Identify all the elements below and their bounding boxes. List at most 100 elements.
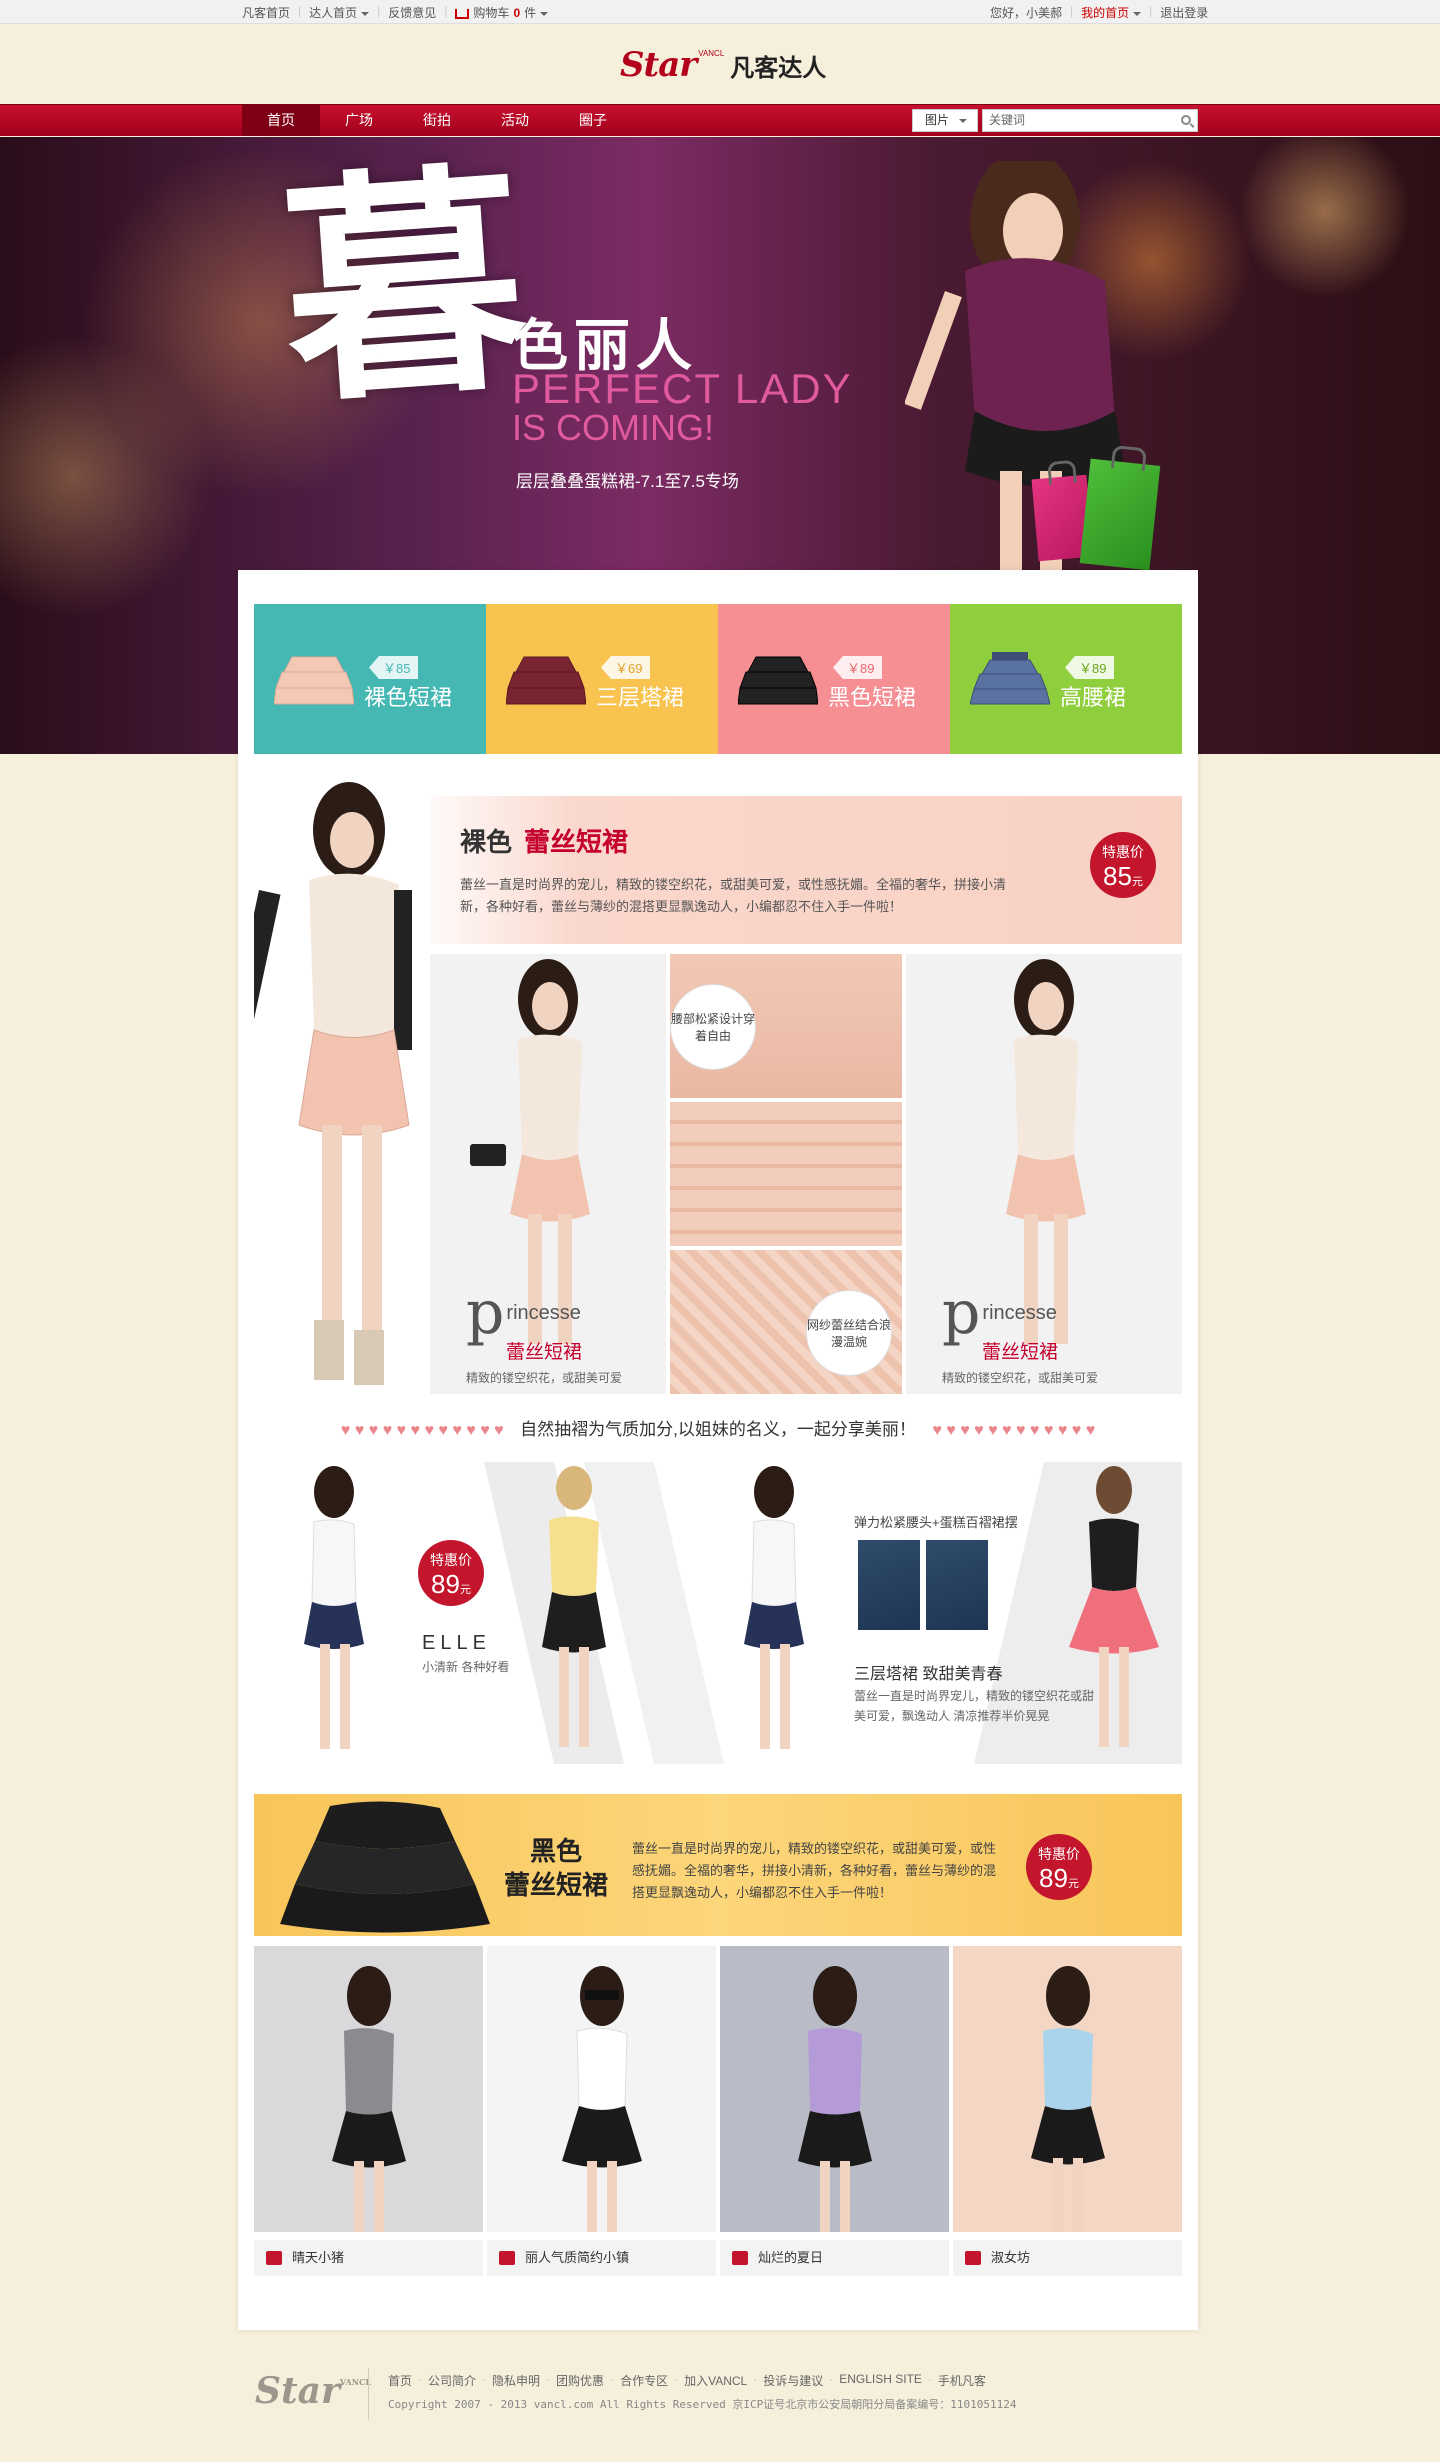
copyright: Copyright 2007 - 2013 vancl.com All Righ… — [388, 2398, 1017, 2411]
footer-link[interactable]: 投诉与建议 — [763, 2372, 823, 2389]
nav-item-circles[interactable]: 圈子 — [554, 105, 632, 136]
hearts-divider: ♥ ♥ ♥ ♥ ♥ ♥ ♥ ♥ ♥ ♥ ♥ ♥ 自然抽褶为气质加分,以姐妹的名义… — [254, 1415, 1182, 1439]
footer-link[interactable]: ENGLISH SITE — [839, 2372, 922, 2389]
search-input[interactable]: 关键词 — [982, 109, 1198, 132]
banner-subtitle: 层层叠叠蛋糕裙-7.1至7.5专场 — [516, 472, 739, 491]
photo-caption-title: p rincesse — [466, 1278, 581, 1348]
photo-caption-title: p rincesse — [942, 1278, 1057, 1348]
site-logo[interactable]: Star VANCL 凡客达人 — [620, 42, 826, 88]
section3-header: 黑色 蕾丝短裙 蕾丝一直是时尚界的宠儿，精致的镂空织花，或甜美可爱，或性感抚媚。全… — [254, 1794, 1182, 1936]
footer-link[interactable]: 团购优惠 — [556, 2372, 604, 2389]
tab-high-waist-skirt[interactable]: ￥89 高腰裙 — [950, 604, 1182, 754]
user-look-list: 晴天小猪 丽人气质简约小镇 灿烂的夏日 淑女坊 — [254, 1946, 1182, 2276]
black-skirt-image — [280, 1801, 490, 1933]
price-badge: 特惠价 89元 — [1026, 1834, 1092, 1900]
footer-link[interactable]: 公司简介 — [428, 2372, 476, 2389]
look-title-bar: 晴天小猪 — [254, 2240, 483, 2276]
tab-black-skirt[interactable]: ￥89 黑色短裙 — [718, 604, 950, 754]
detail-photo-layers[interactable] — [670, 1102, 902, 1246]
link-feedback[interactable]: 反馈意见 — [388, 4, 436, 21]
search-icon[interactable] — [1181, 115, 1191, 125]
look-photo — [254, 1946, 483, 2232]
banner-en-sub: IS COMING! — [512, 407, 715, 448]
price-badge: 特惠价 89元 — [418, 1540, 484, 1606]
look-title-bar: 灿烂的夏日 — [720, 2240, 949, 2276]
logout-link[interactable]: 退出登录 — [1160, 4, 1208, 21]
tab-nude-skirt[interactable]: ￥85 裸色短裙 — [254, 604, 486, 754]
skirt-icon — [738, 656, 818, 705]
chevron-down-icon — [361, 11, 370, 16]
nav-item-street[interactable]: 街拍 — [398, 105, 476, 136]
skirt-icon — [970, 652, 1050, 705]
photo-caption-sub: 精致的镂空织花，或甜美可爱 — [466, 1371, 623, 1385]
footer-link[interactable]: 首页 — [388, 2372, 412, 2389]
search-type-select[interactable]: 图片 — [912, 109, 978, 132]
link-my-home[interactable]: 我的首页 — [1081, 4, 1142, 21]
cart-link[interactable]: 购物车 0 件 — [455, 4, 549, 21]
detail-photo-lace[interactable]: 网纱蕾丝结合浪漫温婉 — [670, 1250, 902, 1394]
main-content: ￥85 裸色短裙 ￥69 三层塔裙 ￥89 黑色短裙 ￥89 高腰裙 裸色 蕾丝… — [238, 570, 1198, 2330]
skirt-icon — [506, 656, 586, 705]
brand-elle-sub: 小清新 各种好看 — [422, 1660, 510, 1674]
tab-tier-skirt[interactable]: ￥69 三层塔裙 — [486, 604, 718, 754]
top-utility-bar: 凡客首页 | 达人首页 | 反馈意见 | 购物车 0 件 您好，小美郝 | 我的首页… — [0, 0, 1440, 24]
divider-text: 自然抽褶为气质加分,以姐妹的名义，一起分享美丽！ — [508, 1420, 928, 1439]
detail-photo — [858, 1540, 920, 1630]
section1-header: 裸色 蕾丝短裙 蕾丝一直是时尚界的宠儿，精致的镂空织花，或甜美可爱，或性感抚媚。全… — [430, 796, 1182, 944]
look-photo — [720, 1946, 949, 2232]
look-title-bar: 丽人气质简约小镇 — [487, 2240, 716, 2276]
section2-desc: 蕾丝一直是时尚界宠儿，精致的镂空织花或甜美可爱，飘逸动人 清凉推荐半价晃晃 — [854, 1689, 1095, 1723]
footer-link[interactable]: 手机凡客 — [938, 2372, 986, 2389]
detail-photo-waist[interactable]: 腰部松紧设计穿着自由 — [670, 954, 902, 1098]
tab-label: 三层塔裙 — [596, 685, 685, 710]
photo-caption-main: 蕾丝短裙 — [506, 1342, 583, 1363]
list-item[interactable]: 淑女坊 — [953, 1946, 1182, 2276]
detail-tag: 腰部松紧设计穿着自由 — [670, 984, 756, 1070]
tab-label: 裸色短裙 — [364, 685, 453, 710]
look-photo — [487, 1946, 716, 2232]
section2-title: 三层塔裙 致甜美青春 — [854, 1666, 1003, 1683]
chevron-down-icon — [1133, 11, 1142, 16]
footer-link[interactable]: 隐私申明 — [492, 2372, 540, 2389]
price-badge: 特惠价 85元 — [1090, 832, 1156, 898]
chevron-down-icon — [540, 11, 549, 16]
price-tag: ￥69 — [601, 656, 651, 679]
heart-icon: ♥ ♥ ♥ ♥ ♥ ♥ ♥ ♥ ♥ ♥ ♥ ♥ — [932, 1422, 1096, 1439]
section2-lookbook: 特惠价 89元 ELLE 小清新 各种好看 弹力松紧腰头+蛋糕百褶裙摆 三层塔裙… — [254, 1462, 1182, 1764]
shop-icon — [499, 2251, 515, 2265]
shopping-bag-icon — [1079, 458, 1161, 571]
list-item[interactable]: 晴天小猪 — [254, 1946, 483, 2276]
shop-icon — [266, 2251, 282, 2265]
link-daren-home[interactable]: 达人首页 — [309, 4, 370, 21]
link-vancl-home[interactable]: 凡客首页 — [242, 4, 290, 21]
look-title-bar: 淑女坊 — [953, 2240, 1182, 2276]
section2-feature: 弹力松紧腰头+蛋糕百褶裙摆 — [854, 1515, 1018, 1530]
main-nav: 首页 广场 街拍 活动 圈子 图片 关键词 — [0, 104, 1440, 136]
footer-logo[interactable]: StarVANCL — [255, 2370, 371, 2412]
tab-label: 黑色短裙 — [828, 685, 917, 710]
section3-desc: 蕾丝一直是时尚界的宠儿，精致的镂空织花，或甜美可爱，或性感抚媚。全福的奢华，拼接… — [632, 1841, 997, 1900]
footer: StarVANCL 首页 · 公司简介 · 隐私申明 · 团购优惠 · 合作专区 · 加入… — [0, 2340, 1440, 2462]
product-photo[interactable]: p rincesse 蕾丝短裙 精致的镂空织花，或甜美可爱 — [906, 954, 1182, 1394]
footer-link[interactable]: 加入VANCL — [684, 2372, 747, 2389]
nav-item-square[interactable]: 广场 — [320, 105, 398, 136]
footer-link[interactable]: 合作专区 — [620, 2372, 668, 2389]
look-photo — [953, 1946, 1182, 2232]
product-photo[interactable]: p rincesse 蕾丝短裙 精致的镂空织花，或甜美可爱 — [430, 954, 666, 1394]
banner-big-char: 暮 — [274, 137, 534, 437]
list-item[interactable]: 灿烂的夏日 — [720, 1946, 949, 2276]
banner-en-title: PERFECT LADY — [512, 365, 853, 412]
section1-title: 裸色 蕾丝短裙 — [460, 827, 629, 857]
divider — [368, 2368, 369, 2420]
list-item[interactable]: 丽人气质简约小镇 — [487, 1946, 716, 2276]
nav-item-home[interactable]: 首页 — [242, 105, 320, 136]
skirt-icon — [274, 656, 354, 705]
category-tabs: ￥85 裸色短裙 ￥69 三层塔裙 ￥89 黑色短裙 ￥89 高腰裙 — [254, 604, 1182, 754]
price-tag: ￥89 — [1065, 656, 1115, 679]
cart-icon — [455, 8, 470, 19]
section1-model-image — [254, 782, 412, 1385]
photo-caption-main: 蕾丝短裙 — [982, 1342, 1059, 1363]
detail-photo — [926, 1540, 988, 1630]
nav-item-events[interactable]: 活动 — [476, 105, 554, 136]
tab-label: 高腰裙 — [1060, 685, 1127, 710]
